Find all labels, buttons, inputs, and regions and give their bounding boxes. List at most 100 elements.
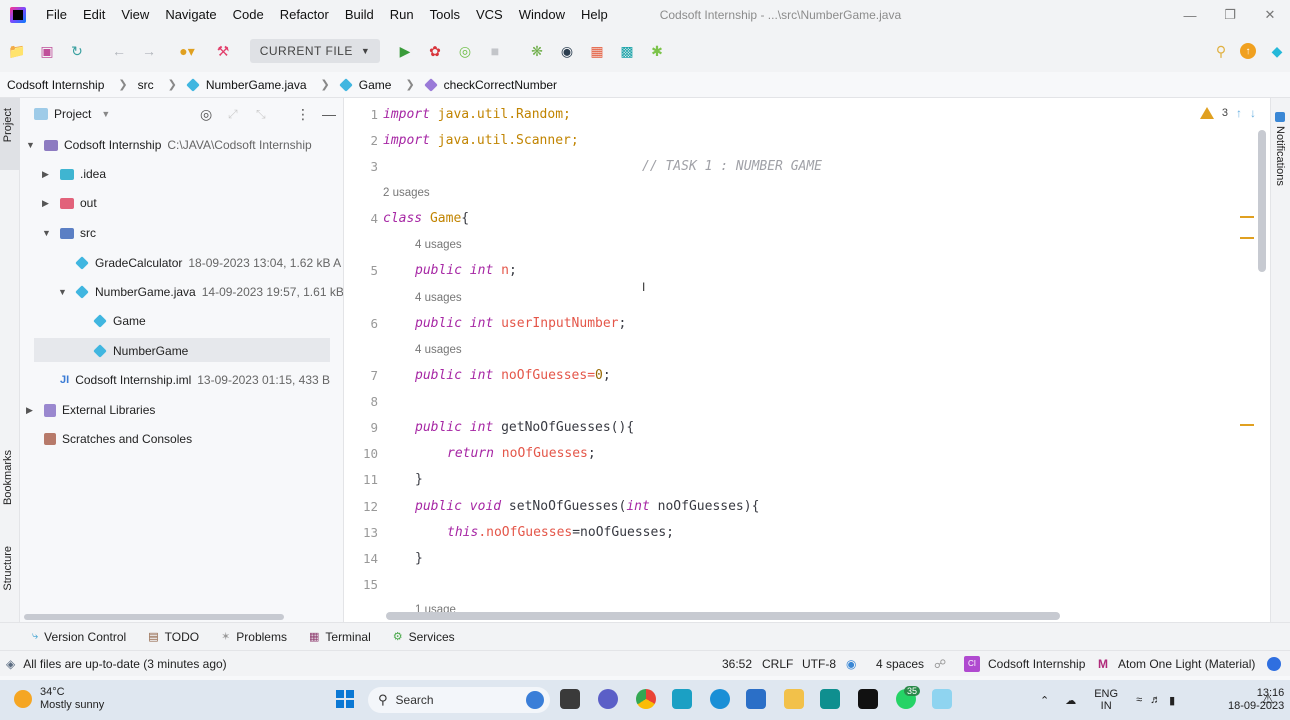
debug-bug-icon[interactable]: ✿ [426,42,444,60]
menu-view[interactable]: View [113,0,157,30]
cloud-icon[interactable]: ☁ [1065,694,1076,707]
notifications-bell-icon[interactable] [1275,112,1285,122]
search-everywhere-circle-icon[interactable]: ◉ [558,42,576,60]
menu-file[interactable]: File [38,0,75,30]
assistant-icon[interactable]: ◆ [1268,42,1286,60]
eye-icon[interactable]: ◉ [846,657,856,671]
caret-position[interactable]: 36:52 [722,657,752,671]
code-line-9[interactable]: public int getNoOfGuesses(){ [415,420,634,435]
teams-app-icon[interactable] [598,689,618,709]
code-line-5[interactable]: public int n; [415,263,517,278]
chrome-app-icon[interactable] [636,689,656,709]
tree-item-root[interactable]: ▼ Codsoft Internship C:\JAVA\Codsoft Int… [26,134,312,156]
previous-highlight-icon[interactable]: ↑ [1236,106,1242,120]
lock-icon[interactable]: ☍ [934,657,946,671]
line-separator[interactable]: CRLF [762,657,793,671]
folder-app-icon[interactable] [784,689,804,709]
tab-version-control[interactable]: ⤷ Version Control [32,630,126,644]
intellij-app-icon[interactable] [858,689,878,709]
code-line-7[interactable]: public int noOfGuesses=0; [415,368,611,383]
bookmarks-tool-tab[interactable]: Bookmarks [2,450,14,505]
usages-hint[interactable]: 4 usages [415,344,462,356]
locate-target-icon[interactable]: ◎ [200,106,212,123]
notifications-tool-tab[interactable]: Notifications [1274,126,1286,186]
tree-item-external-libraries[interactable]: ▶ External Libraries [26,399,155,421]
menu-edit[interactable]: Edit [75,0,113,30]
tree-item-iml[interactable]: JI Codsoft Internship.iml 13-09-2023 01:… [60,369,330,391]
save-icon[interactable]: ▣ [38,42,56,60]
code-line-3[interactable]: // TASK 1 : NUMBER GAME [642,159,822,174]
run-icon[interactable]: ▶ [396,42,414,60]
code-line-1[interactable]: import java.util.Random; [383,107,571,122]
taskbar-search[interactable]: ⚲ Search [368,687,550,713]
menu-help[interactable]: Help [573,0,616,30]
breadcrumb-src[interactable]: src [138,78,154,92]
project-panel-title[interactable]: Project [54,107,91,121]
collapsed-arrow-icon[interactable]: ▶ [42,198,54,209]
tree-item-numbergame-file[interactable]: ▼ NumberGame.java 14-09-2023 19:57, 1.61… [58,281,343,303]
collapsed-arrow-icon[interactable]: ▶ [42,169,54,180]
restore-button[interactable]: ❐ [1210,0,1250,30]
menu-run[interactable]: Run [382,0,422,30]
collapse-all-icon[interactable]: ⤡ [256,107,266,122]
status-theme[interactable]: Atom One Light (Material) [1118,657,1255,671]
notification-center-icon[interactable]: ⚠ [1262,691,1274,707]
speaker-icon[interactable]: ♬ [1150,694,1161,706]
breadcrumb-project[interactable]: Codsoft Internship [7,78,104,92]
tree-item-gradecalculator[interactable]: GradeCalculator 18-09-2023 13:04, 1.62 k… [75,252,343,274]
taskbar-clock[interactable]: 13:16 18-09-2023 [1228,687,1284,713]
l-app-icon[interactable] [672,689,692,709]
code-line-14[interactable]: } [415,551,423,566]
sync-icon[interactable]: ↻ [68,42,86,60]
code-editor[interactable]: 1 2 3 4 5 6 7 8 9 10 11 12 13 14 15 impo… [344,98,1270,622]
code-line-11[interactable]: } [415,472,423,487]
chevron-up-icon[interactable]: ⌃ [1040,694,1049,707]
user-group-icon[interactable]: ●▾ [178,42,196,60]
breadcrumb-file[interactable]: NumberGame.java [206,78,307,92]
tab-todo[interactable]: ▤ TODO [148,630,199,644]
warning-marker[interactable] [1240,216,1254,218]
code-line-4[interactable]: class Game{ [383,211,469,226]
expanded-arrow-icon[interactable]: ▼ [42,228,54,238]
close-button[interactable]: ✕ [1250,0,1290,30]
project-tool-tab[interactable]: Project [2,108,14,142]
menu-code[interactable]: Code [225,0,272,30]
code-line-10[interactable]: return noOfGuesses; [447,446,596,461]
editor-horizontal-scrollbar[interactable] [386,612,1060,620]
windows-start-icon[interactable] [336,690,354,708]
layers-icon[interactable]: ◈ [6,657,15,671]
menu-window[interactable]: Window [511,0,573,30]
inspection-widget[interactable]: 3 ↑ ↓ [1199,106,1256,120]
run-configuration-dropdown[interactable]: CURRENT FILE ▼ [250,39,380,63]
puzzle-icon[interactable]: ✱ [648,42,666,60]
usages-hint[interactable]: 4 usages [415,239,462,251]
store-app-icon[interactable] [746,689,766,709]
code-line-6[interactable]: public int userInputNumber; [415,316,626,331]
tree-item-src[interactable]: ▼ src [42,222,96,244]
code-line-2[interactable]: import java.util.Scanner; [383,133,579,148]
code-line-12[interactable]: public void setNoOfGuesses(int noOfGuess… [415,499,759,514]
forward-arrow-icon[interactable]: → [140,42,158,60]
code-line-13[interactable]: this.noOfGuesses=noOfGuesses; [447,525,674,540]
layout-icon[interactable]: ▩ [618,42,636,60]
wifi-icon[interactable]: ≈ [1136,694,1142,706]
status-circle-icon[interactable] [1267,656,1281,671]
coverage-icon[interactable]: ◎ [456,42,474,60]
usages-hint[interactable]: 2 usages [383,187,430,199]
expanded-arrow-icon[interactable]: ▼ [26,140,38,150]
tree-item-game-class[interactable]: Game [93,310,146,332]
hide-panel-icon[interactable]: — [322,106,336,122]
expand-all-icon[interactable]: ⤢ [228,107,238,122]
tree-item-scratches[interactable]: Scratches and Consoles [44,428,192,450]
green-app-icon[interactable] [820,689,840,709]
edge-app-icon[interactable] [710,689,730,709]
back-arrow-icon[interactable]: ← [110,42,128,60]
breadcrumb-class[interactable]: Game [359,78,392,92]
color-grid-icon[interactable]: ▦ [588,42,606,60]
collapsed-arrow-icon[interactable]: ▶ [26,405,38,416]
update-arrow-icon[interactable]: ↑ [1240,43,1256,59]
structure-tool-tab[interactable]: Structure [2,546,14,591]
open-folder-icon[interactable]: 📁 [8,42,26,60]
snipping-app-icon[interactable] [932,689,952,709]
tab-terminal[interactable]: ▦ Terminal [309,630,371,644]
